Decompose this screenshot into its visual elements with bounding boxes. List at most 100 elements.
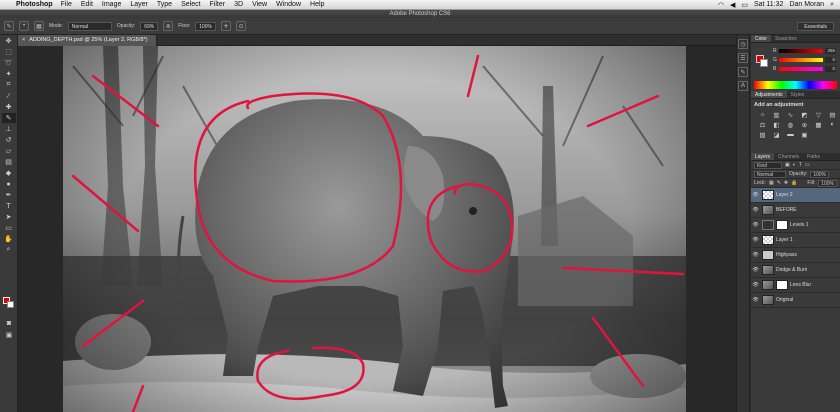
layer-row[interactable]: 👁 Lens Blur xyxy=(751,278,840,293)
pressure-size-icon[interactable]: ⊙ xyxy=(236,21,247,31)
panel-background-swatch[interactable] xyxy=(760,59,768,67)
visibility-eye-icon[interactable]: 👁 xyxy=(751,252,760,258)
visibility-eye-icon[interactable]: 👁 xyxy=(751,192,760,198)
exposure-icon[interactable]: ◩ xyxy=(799,111,810,119)
tab-layers[interactable]: Layers xyxy=(751,153,775,160)
menu-window[interactable]: Window xyxy=(276,1,301,8)
layer-mask-thumbnail[interactable] xyxy=(776,280,788,290)
properties-icon[interactable]: ☰ xyxy=(738,53,748,63)
document-tab[interactable]: × ADDING_DEPTH.psd @ 25% (Layer 2, RGB/8*… xyxy=(18,35,157,46)
tab-channels[interactable]: Channels xyxy=(774,153,803,160)
visibility-eye-icon[interactable]: 👁 xyxy=(751,267,760,273)
brightness-icon[interactable]: ☼ xyxy=(757,111,768,119)
red-slider[interactable]: R 255 xyxy=(773,48,837,54)
menu-filter[interactable]: Filter xyxy=(210,1,226,8)
visibility-eye-icon[interactable]: 👁 xyxy=(751,222,760,228)
wifi-icon[interactable]: ◠ xyxy=(718,1,724,9)
blue-value[interactable]: 0 xyxy=(825,66,836,72)
color-spectrum[interactable] xyxy=(754,81,837,89)
tab-styles[interactable]: Styles xyxy=(787,91,809,98)
marquee-tool-icon[interactable]: ⬚ xyxy=(2,47,16,57)
layer-row[interactable]: 👁 Dodge & Burn xyxy=(751,263,840,278)
clock[interactable]: Sat 11:32 xyxy=(754,1,783,8)
airbrush-icon[interactable]: ✈ xyxy=(221,21,232,31)
gradient-tool-icon[interactable]: ▤ xyxy=(2,157,16,167)
visibility-eye-icon[interactable]: 👁 xyxy=(751,237,760,243)
blur-tool-icon[interactable]: ◆ xyxy=(2,168,16,178)
menu-view[interactable]: View xyxy=(252,1,267,8)
flow-field[interactable]: 100% xyxy=(195,21,217,31)
gradient-map-icon[interactable]: ▬ xyxy=(785,131,796,139)
healing-brush-tool-icon[interactable]: ✚ xyxy=(2,102,16,112)
character-icon[interactable]: A xyxy=(738,81,748,91)
posterize-icon[interactable]: ▨ xyxy=(757,131,768,139)
brush-presets-icon[interactable]: ✎ xyxy=(738,67,748,77)
menu-select[interactable]: Select xyxy=(181,1,200,8)
eraser-tool-icon[interactable]: ▱ xyxy=(2,146,16,156)
filter-type-icon[interactable]: T xyxy=(799,162,802,168)
type-tool-icon[interactable]: T xyxy=(2,201,16,211)
blue-slider[interactable]: B 0 xyxy=(773,66,837,72)
channel-mixer-icon[interactable]: ⊕ xyxy=(799,121,810,129)
layer-row[interactable]: 👁 Layer 2 xyxy=(751,188,840,203)
visibility-eye-icon[interactable]: 👁 xyxy=(751,297,760,303)
menu-help[interactable]: Help xyxy=(310,1,324,8)
fill-field[interactable]: 100% xyxy=(818,179,837,187)
black-white-icon[interactable]: ◧ xyxy=(771,121,782,129)
search-icon[interactable]: ⌕ xyxy=(830,1,834,9)
crop-tool-icon[interactable]: ⌗ xyxy=(2,80,16,90)
menu-edit[interactable]: Edit xyxy=(81,1,93,8)
tab-adjustments[interactable]: Adjustments xyxy=(751,91,787,98)
brush-tool-icon[interactable]: ✎ xyxy=(1,113,16,123)
menu-3d[interactable]: 3D xyxy=(234,1,243,8)
layer-opacity-field[interactable]: 100% xyxy=(810,170,830,178)
volume-icon[interactable]: ◀ xyxy=(730,1,735,9)
blend-mode-select[interactable]: Normal xyxy=(754,170,786,178)
threshold-icon[interactable]: ◪ xyxy=(771,131,782,139)
green-value[interactable]: 0 xyxy=(825,57,836,63)
curves-icon[interactable]: ∿ xyxy=(785,111,796,119)
filter-kind-select[interactable]: Kind xyxy=(754,161,782,169)
opacity-field[interactable]: 69% xyxy=(140,21,159,31)
layer-row[interactable]: 👁 Layer 1 xyxy=(751,233,840,248)
dodge-tool-icon[interactable]: ● xyxy=(2,179,16,189)
selective-color-icon[interactable]: ▣ xyxy=(799,131,810,139)
lock-all-icon[interactable]: 🔒 xyxy=(791,180,797,186)
photo-filter-icon[interactable]: ◍ xyxy=(785,121,796,129)
eyedropper-tool-icon[interactable]: ⁄ xyxy=(2,91,16,101)
lock-pixels-icon[interactable]: ✎ xyxy=(777,180,781,186)
layer-row[interactable]: 👁 Levels 1 xyxy=(751,218,840,233)
workspace-switcher[interactable]: Essentials xyxy=(797,22,834,31)
shape-tool-icon[interactable]: ▭ xyxy=(2,223,16,233)
brush-tool-preset-icon[interactable]: ✎ xyxy=(4,21,14,31)
hand-tool-icon[interactable]: ✋ xyxy=(2,234,16,244)
red-value[interactable]: 255 xyxy=(825,48,836,54)
menu-image[interactable]: Image xyxy=(102,1,121,8)
battery-icon[interactable]: ▭ xyxy=(741,1,748,9)
clone-stamp-tool-icon[interactable]: ⊥ xyxy=(2,124,16,134)
background-color-swatch[interactable] xyxy=(7,301,14,308)
tab-swatches[interactable]: Swatches xyxy=(771,35,801,42)
hue-sat-icon[interactable]: ▤ xyxy=(827,111,838,119)
user-name[interactable]: Dan Moran xyxy=(789,1,824,8)
brush-panel-icon[interactable]: ▦ xyxy=(34,21,44,31)
tab-color[interactable]: Color xyxy=(751,35,771,42)
lasso-tool-icon[interactable]: ➰ xyxy=(2,58,16,68)
menu-app-name[interactable]: Photoshop xyxy=(16,1,53,8)
brush-size-icon[interactable]: • xyxy=(19,21,29,31)
vibrance-icon[interactable]: ▽ xyxy=(813,111,824,119)
layer-row[interactable]: 👁 Original xyxy=(751,293,840,308)
elephant-photo[interactable] xyxy=(63,46,686,412)
filter-pixel-icon[interactable]: ▣ xyxy=(785,162,790,168)
tab-paths[interactable]: Paths xyxy=(803,153,824,160)
filter-shape-icon[interactable]: ▭ xyxy=(805,162,810,168)
mode-select[interactable]: Normal xyxy=(67,21,112,31)
pressure-opacity-icon[interactable]: ⊚ xyxy=(163,21,174,31)
lock-position-icon[interactable]: ✥ xyxy=(784,180,788,186)
pen-tool-icon[interactable]: ✒ xyxy=(2,190,16,200)
color-lookup-icon[interactable]: ▦ xyxy=(813,121,824,129)
color-balance-icon[interactable]: ⚖ xyxy=(757,121,768,129)
levels-icon[interactable]: ▥ xyxy=(771,111,782,119)
lock-transparency-icon[interactable]: ▦ xyxy=(769,180,774,186)
zoom-tool-icon[interactable]: ⌕ xyxy=(2,245,16,255)
